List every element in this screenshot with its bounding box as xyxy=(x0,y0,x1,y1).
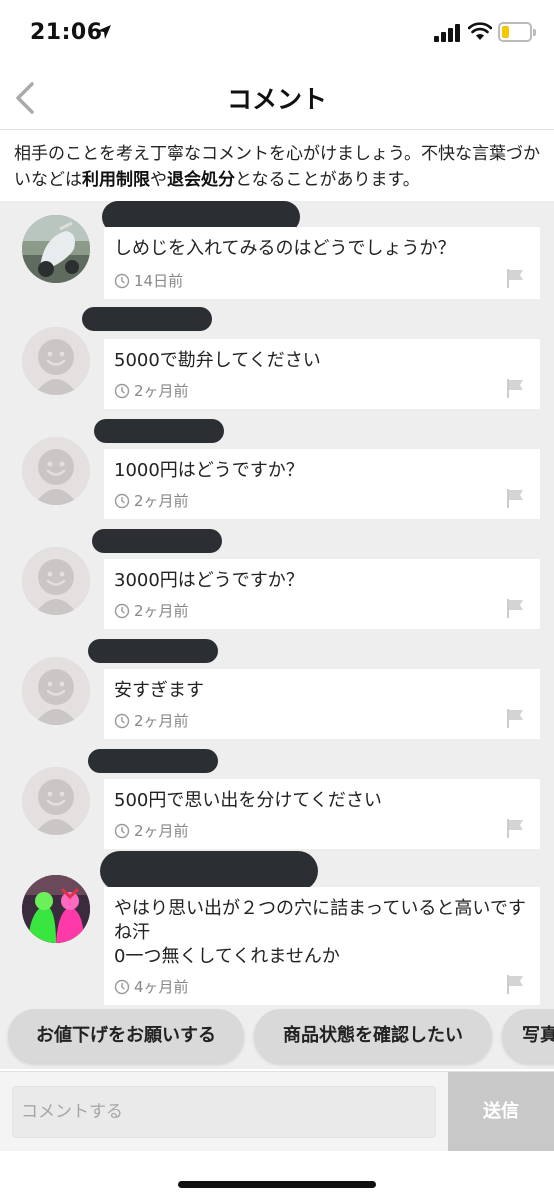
comment-text: 5000で勘弁してください xyxy=(114,350,321,371)
comment-text: やはり思い出が２つの穴に詰まっていると高いですね汗 0一つ無くしてくれませんか xyxy=(114,898,526,967)
send-button[interactable]: 送信 xyxy=(448,1072,554,1152)
avatar[interactable] xyxy=(22,875,90,943)
default-avatar-icon xyxy=(22,327,90,395)
default-avatar-icon xyxy=(22,657,90,725)
report-flag-icon[interactable] xyxy=(504,267,526,289)
comment-text: 3000円はどうですか？ xyxy=(114,570,304,591)
username-redacted xyxy=(82,307,212,331)
battery-level xyxy=(502,26,509,38)
clock-icon xyxy=(114,273,130,288)
default-avatar-icon xyxy=(22,767,90,835)
username-redacted xyxy=(100,851,318,891)
comment-text: 1000円はどうですか？ xyxy=(114,460,304,481)
clock-icon xyxy=(114,493,130,508)
user-photo-icon xyxy=(22,215,90,283)
clock-icon xyxy=(114,383,130,398)
avatar[interactable] xyxy=(22,437,90,505)
avatar[interactable] xyxy=(22,657,90,725)
avatar[interactable] xyxy=(22,547,90,615)
notice-text-3: となることがあります。 xyxy=(235,170,420,190)
default-avatar-icon xyxy=(22,437,90,505)
chip-request-discount[interactable]: お値下げをお願いする xyxy=(8,1009,244,1063)
comment-input-bar: 送信 xyxy=(0,1071,554,1152)
wifi-icon xyxy=(468,22,492,40)
clock-icon xyxy=(114,823,130,838)
report-flag-icon[interactable] xyxy=(504,377,526,399)
comment-bubble: 5000で勘弁してください 2ヶ月前 xyxy=(104,339,540,409)
avatar[interactable] xyxy=(22,767,90,835)
comment-time: 2ヶ月前 xyxy=(134,492,189,510)
comment-meta: 2ヶ月前 xyxy=(114,490,189,511)
username-redacted xyxy=(92,529,222,553)
comment-time: 2ヶ月前 xyxy=(134,602,189,620)
username-redacted xyxy=(88,749,218,773)
navigation-bar: コメント xyxy=(0,66,554,130)
report-flag-icon[interactable] xyxy=(504,487,526,509)
location-arrow-icon xyxy=(97,25,111,39)
cellular-signal-icon xyxy=(434,24,460,42)
comment-bubble: しめじを入れてみるのはどうでしょうか？ 14日前 xyxy=(104,227,540,299)
comment-input[interactable] xyxy=(12,1086,436,1138)
user-photo-icon xyxy=(22,875,90,943)
comment-time: 2ヶ月前 xyxy=(134,822,189,840)
chip-check-condition[interactable]: 商品状態を確認したい xyxy=(254,1009,492,1063)
status-bar: 21:06 xyxy=(0,0,554,66)
page-title: コメント xyxy=(226,85,327,114)
comment-meta: 14日前 xyxy=(114,270,183,291)
comment-bubble: 500円で思い出を分けてください 2ヶ月前 xyxy=(104,779,540,849)
comment-bubble: 安すぎます 2ヶ月前 xyxy=(104,669,540,739)
bottom-safe-area xyxy=(0,1151,554,1200)
comment-time: 14日前 xyxy=(134,272,184,290)
username-redacted xyxy=(94,419,224,443)
comment-time: 4ヶ月前 xyxy=(134,978,189,996)
battery-icon xyxy=(498,22,536,42)
report-flag-icon[interactable] xyxy=(504,597,526,619)
notice-text-2: や xyxy=(150,170,167,190)
comment-bubble: やはり思い出が２つの穴に詰まっていると高いですね汗 0一つ無くしてくれませんか … xyxy=(104,887,540,1005)
comment-list[interactable]: しめじを入れてみるのはどうでしょうか？ 14日前 5000で勘弁してください 2… xyxy=(0,201,554,1007)
chip-photo[interactable]: 写真 xyxy=(502,1009,554,1063)
username-redacted xyxy=(88,639,218,663)
status-time: 21:06 xyxy=(30,20,103,45)
comment-bubble: 3000円はどうですか？ 2ヶ月前 xyxy=(104,559,540,629)
clock-icon xyxy=(114,603,130,618)
notice-usage-restriction: 利用制限 xyxy=(82,170,150,190)
notice-account-suspension: 退会処分 xyxy=(167,170,235,190)
comment-text: しめじを入れてみるのはどうでしょうか？ xyxy=(114,238,456,259)
comment-text: 安すぎます xyxy=(114,680,204,701)
avatar[interactable] xyxy=(22,215,90,283)
report-flag-icon[interactable] xyxy=(504,817,526,839)
comment-text: 500円で思い出を分けてください xyxy=(114,790,382,811)
clock-icon xyxy=(114,713,130,728)
comment-meta: 2ヶ月前 xyxy=(114,600,189,621)
comment-guideline-notice: 相手のことを考え丁寧なコメントを心がけましょう。不快な言葉づかいなどは利用制限や… xyxy=(0,131,554,201)
comment-meta: 2ヶ月前 xyxy=(114,710,189,731)
quick-reply-chips[interactable]: お値下げをお願いする 商品状態を確認したい 写真 xyxy=(0,1007,554,1069)
comment-bubble: 1000円はどうですか？ 2ヶ月前 xyxy=(104,449,540,519)
home-indicator[interactable] xyxy=(178,1181,376,1188)
report-flag-icon[interactable] xyxy=(504,973,526,995)
comment-time: 2ヶ月前 xyxy=(134,382,189,400)
comment-meta: 4ヶ月前 xyxy=(114,976,189,997)
avatar[interactable] xyxy=(22,327,90,395)
report-flag-icon[interactable] xyxy=(504,707,526,729)
comment-meta: 2ヶ月前 xyxy=(114,380,189,401)
comment-time: 2ヶ月前 xyxy=(134,712,189,730)
default-avatar-icon xyxy=(22,547,90,615)
comment-meta: 2ヶ月前 xyxy=(114,820,189,841)
clock-icon xyxy=(114,979,130,994)
